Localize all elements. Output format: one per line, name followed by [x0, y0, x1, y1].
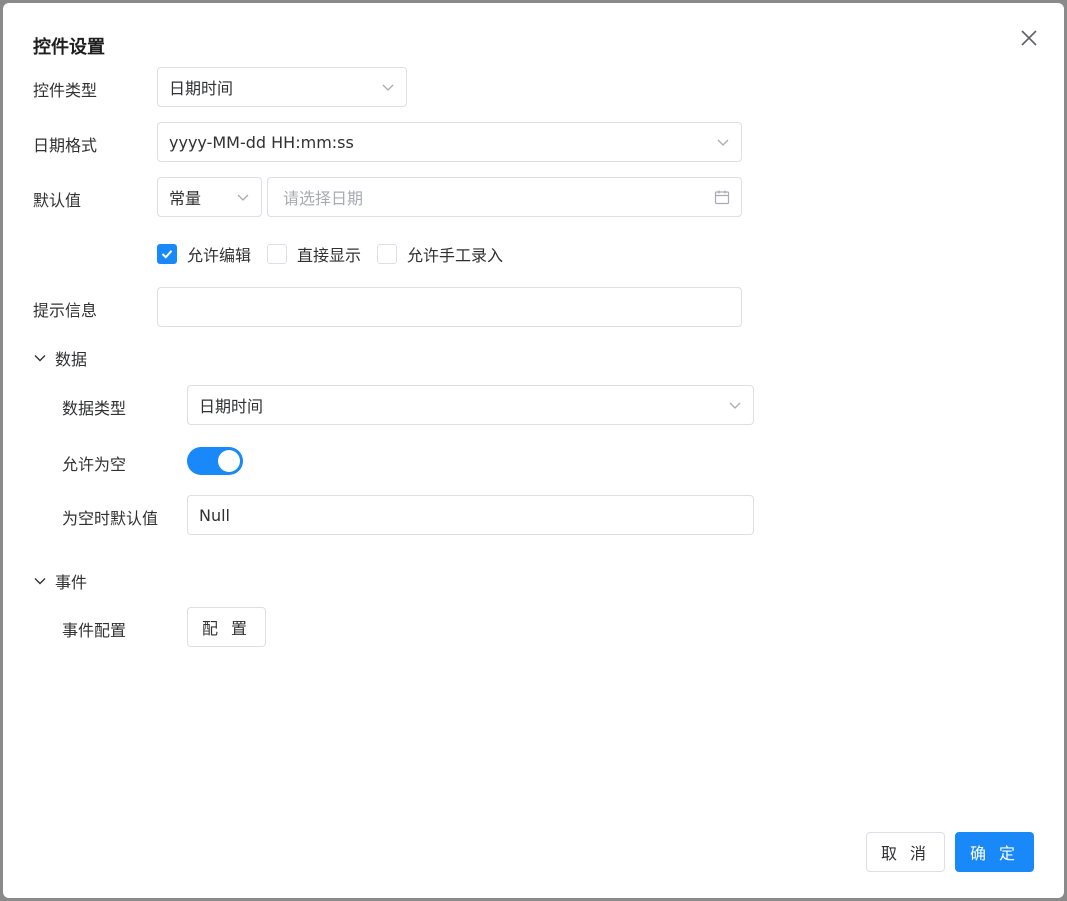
event-section-toggle[interactable]: 事件 [33, 569, 87, 593]
data-type-value: 日期时间 [199, 397, 264, 416]
allow-edit-label: 允许编辑 [187, 246, 252, 265]
empty-default-input[interactable]: Null [187, 495, 754, 535]
data-type-label: 数据类型 [62, 399, 127, 418]
manual-input-checkbox[interactable]: 允许手工录入 [377, 242, 503, 266]
allow-empty-label: 允许为空 [62, 455, 127, 474]
data-type-select[interactable]: 日期时间 [187, 385, 754, 425]
empty-default-label: 为空时默认值 [62, 509, 159, 528]
date-format-value: yyyy-MM-dd HH:mm:ss [169, 132, 354, 152]
control-type-label: 控件类型 [33, 81, 98, 100]
control-type-select[interactable]: 日期时间 [157, 67, 407, 107]
confirm-button[interactable]: 确 定 [955, 832, 1034, 872]
direct-display-checkbox[interactable]: 直接显示 [267, 242, 361, 266]
switch-knob [218, 450, 240, 472]
chevron-down-icon [717, 139, 729, 146]
chevron-down-icon [237, 194, 249, 201]
checkbox-box [267, 244, 287, 264]
chevron-down-icon [34, 355, 46, 362]
default-date-picker[interactable]: 请选择日期 [267, 177, 742, 217]
allow-empty-switch[interactable] [187, 447, 243, 475]
dialog-title: 控件设置 [33, 37, 105, 58]
allow-edit-checkbox[interactable]: 允许编辑 [157, 242, 251, 266]
default-mode-value: 常量 [169, 189, 202, 208]
event-section-title: 事件 [55, 573, 88, 592]
date-picker-placeholder: 请选择日期 [283, 189, 364, 208]
check-icon [157, 244, 177, 264]
event-config-button[interactable]: 配 置 [187, 607, 266, 647]
default-mode-select[interactable]: 常量 [157, 177, 262, 217]
control-type-value: 日期时间 [169, 79, 234, 98]
control-settings-dialog: 控件设置 控件类型 日期时间 日期格式 yyyy-MM-dd HH:mm:ss … [3, 3, 1064, 898]
direct-display-label: 直接显示 [297, 246, 362, 265]
date-format-select[interactable]: yyyy-MM-dd HH:mm:ss [157, 122, 742, 162]
chevron-down-icon [382, 84, 394, 91]
chevron-down-icon [34, 578, 46, 585]
hint-input[interactable] [157, 287, 742, 327]
data-section-title: 数据 [55, 350, 88, 369]
data-section-toggle[interactable]: 数据 [33, 346, 87, 370]
close-icon[interactable] [1019, 28, 1039, 48]
chevron-down-icon [729, 402, 741, 409]
empty-default-value: Null [199, 505, 230, 525]
event-config-label: 事件配置 [62, 621, 127, 640]
checkbox-box [377, 244, 397, 264]
cancel-button[interactable]: 取 消 [866, 832, 945, 872]
hint-label: 提示信息 [33, 301, 98, 320]
default-value-label: 默认值 [33, 191, 82, 210]
calendar-icon [714, 190, 730, 205]
date-format-label: 日期格式 [33, 136, 98, 155]
manual-input-label: 允许手工录入 [407, 246, 504, 265]
